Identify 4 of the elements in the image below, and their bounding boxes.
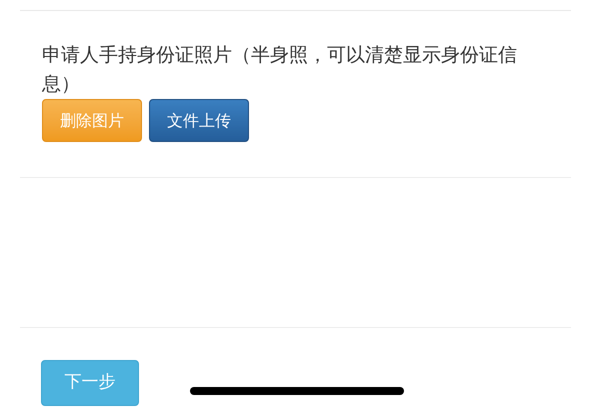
upload-label: 申请人手持身份证照片（半身照，可以清楚显示身份证信息）: [42, 43, 518, 97]
delete-image-button[interactable]: 删除图片: [42, 99, 142, 142]
upload-file-button[interactable]: 文件上传: [149, 99, 249, 142]
next-step-button[interactable]: 下一步: [41, 360, 139, 406]
